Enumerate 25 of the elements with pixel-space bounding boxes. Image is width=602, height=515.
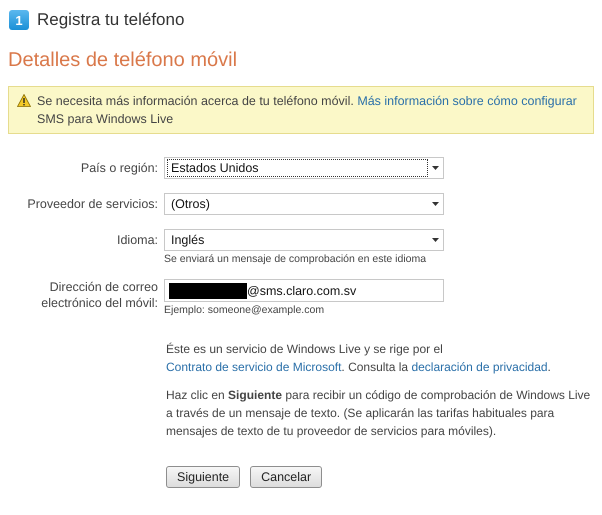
action-button[interactable]: Cancelar [250,466,322,488]
dropdown[interactable]: Inglés [164,229,444,251]
email-field[interactable]: @sms.claro.com.sv [164,279,444,302]
info-paragraph: Éste es un servicio de Windows Live y se rige por el Contrato de servicio de Microsoft. Consulta la declaración de privacidad. [166,341,552,376]
page-title: Registra tu teléfono [37,10,184,30]
caret-icon [432,166,439,170]
warning-message: Se necesita más información acerca de tu teléfono móvil. Más información sobre cómo configurar SMS para Windows Live [37,93,578,128]
caret-icon [432,202,439,206]
link[interactable]: Contrato de servicio de Microsoft [166,360,342,374]
warning-icon [17,94,31,107]
field-label: Dirección de correo electrónico del móvil: [40,279,158,312]
action-button[interactable]: Siguiente [166,466,240,488]
field-hint: Se enviará un mensaje de comprobación en este idioma [164,253,428,265]
field-label: País o región: [80,160,158,177]
link[interactable]: Más información sobre cómo configurar [357,94,577,108]
info-paragraph: Haz clic en Siguiente para recibir un código de comprobación de Windows Live a través de un mensaje de texto. (Se aplicarán las tarifas habituales para mensajes de texto de tu proveedor de servicios para móviles). [166,387,591,440]
link[interactable]: declaración de privacidad [411,360,548,374]
section-heading: Detalles de teléfono móvil [8,49,238,72]
field-hint: Ejemplo: someone@example.com [164,304,326,316]
field-label: Proveedor de servicios: [26,196,158,213]
dropdown[interactable]: Estados Unidos [164,157,444,179]
field-label: Idioma: [116,232,158,249]
caret-icon [432,238,439,242]
step-badge: 1 [9,10,29,30]
dropdown[interactable]: (Otros) [164,193,444,215]
